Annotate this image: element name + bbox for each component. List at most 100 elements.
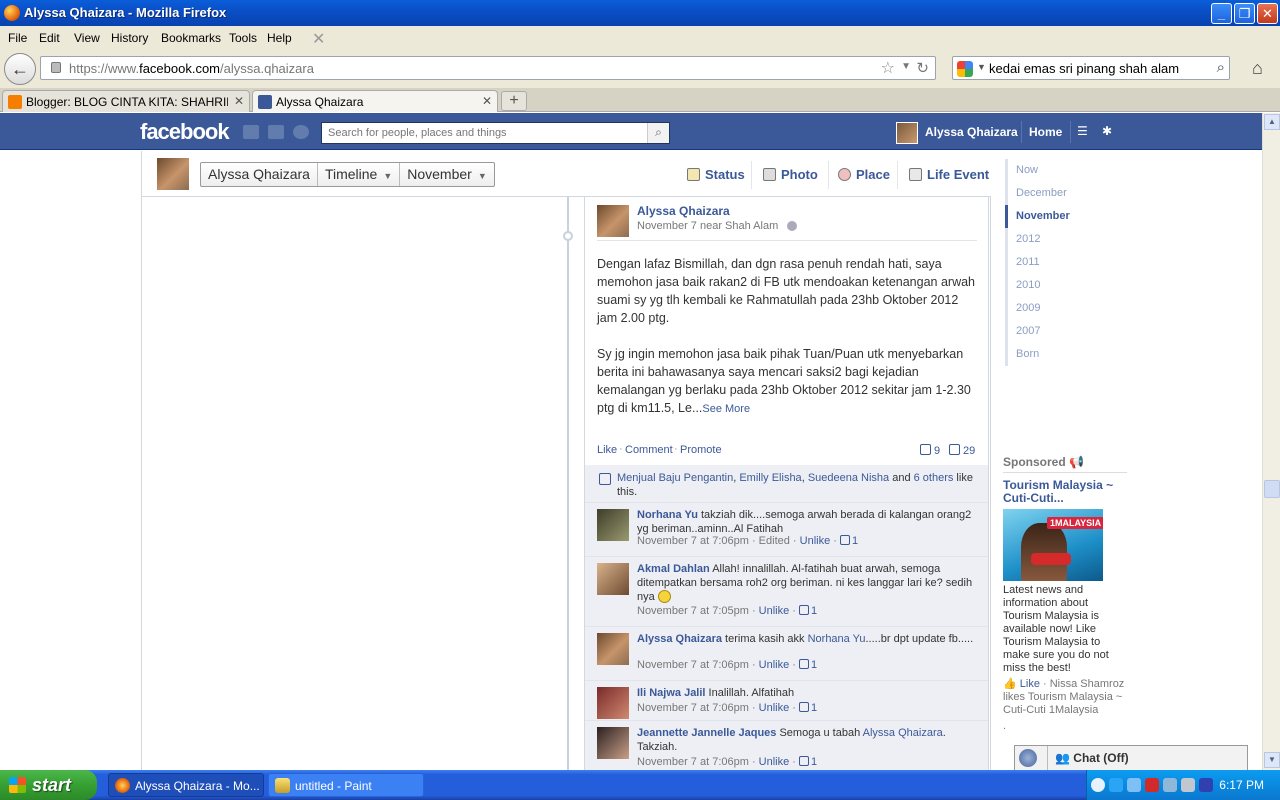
comment-likes[interactable]: 1 [799,659,817,671]
privacy-shortcuts-icon[interactable]: ☰ [1077,124,1088,138]
bluetooth-icon[interactable] [1109,778,1123,792]
maximize-button[interactable]: ❐ [1234,3,1255,24]
scroll-thumb[interactable] [1264,480,1280,498]
address-bar[interactable]: https://www.facebook.com/alyssa.qhaizara… [40,56,936,80]
scrubber-2010[interactable]: 2010 [1005,274,1125,297]
comment-time[interactable]: November 7 at 7:06pm [637,702,749,714]
place-button[interactable]: Place [838,167,890,182]
menu-tools[interactable]: Tools [229,31,257,45]
scroll-down-icon[interactable]: ▼ [1264,752,1280,768]
mention-link[interactable]: Alyssa Qhaizara [863,727,943,739]
liker-link[interactable]: Menjual Baju Pengantin [617,472,733,484]
tab-blogger[interactable]: Blogger: BLOG CINTA KITA: SHAHRILYSS... … [2,90,250,112]
unlike-link[interactable]: Unlike [759,756,790,768]
search-engine-dropdown-icon[interactable]: ▼ [977,62,986,72]
mention-link[interactable]: Norhana Yu [808,633,866,645]
scrubber-2009[interactable]: 2009 [1005,297,1125,320]
comment-author[interactable]: Alyssa Qhaizara [637,633,722,645]
comment-time[interactable]: November 7 at 7:05pm [637,605,749,617]
home-link[interactable]: Home [1029,125,1062,139]
comment-likes[interactable]: 1 [840,535,858,547]
search-bar[interactable]: ▼ kedai emas sri pinang shah alam ⌕ [952,56,1230,80]
ad-title[interactable]: Tourism Malaysia ~ Cuti-Cuti... [1003,479,1127,505]
google-icon[interactable] [957,61,973,77]
photo-button[interactable]: Photo [763,167,818,182]
others-link[interactable]: 6 others [914,472,954,484]
ad-body[interactable]: Latest news and information about Touris… [1003,584,1127,675]
security-icon[interactable] [1163,778,1177,792]
comment-author[interactable]: Norhana Yu [637,509,698,521]
unlike-link[interactable]: Unlike [759,702,790,714]
comment-time[interactable]: November 7 at 7:06pm [637,535,749,547]
unlike-link[interactable]: Unlike [759,605,790,617]
unlike-link[interactable]: Unlike [800,535,831,547]
avatar[interactable] [896,122,918,144]
avatar[interactable] [157,158,189,190]
see-more-link[interactable]: See More [702,403,750,415]
like-count[interactable]: 9 [920,444,940,457]
avatar[interactable] [597,687,629,719]
post-meta[interactable]: November 7 near Shah Alam [637,220,778,232]
menu-edit[interactable]: Edit [39,31,60,45]
magnifier-icon[interactable]: ⌕ [1217,59,1225,76]
comment-author[interactable]: Akmal Dahlan [637,563,710,575]
month-dropdown[interactable]: November ▼ [400,163,494,186]
menu-bookmarks[interactable]: Bookmarks [161,31,221,45]
like-link[interactable]: Like [597,444,617,456]
menu-file[interactable]: File [8,31,27,45]
scrubber-december[interactable]: December [1005,182,1125,205]
antivirus-icon[interactable] [1145,778,1159,792]
scrubber-born[interactable]: Born [1005,343,1125,366]
new-tab-button[interactable]: + [501,91,527,111]
comment-author[interactable]: Jeannette Jannelle Jaques [637,727,776,739]
url-dropdown-icon[interactable]: ▼ [901,61,911,72]
monitor-icon[interactable] [1181,778,1195,792]
bookmark-star-icon[interactable]: ☆ [881,58,895,78]
comment-time[interactable]: November 7 at 7:06pm [637,659,749,671]
messages-icon[interactable] [268,125,284,139]
close-tab-icon[interactable]: ✕ [482,94,492,108]
url-text[interactable]: https://www.facebook.com/alyssa.qhaizara [69,61,314,76]
gear-icon[interactable]: ✱ [1102,124,1112,138]
avatar[interactable] [597,633,629,665]
scrubber-2012[interactable]: 2012 [1005,228,1125,251]
comment-author[interactable]: Ili Najwa Jalil [637,687,705,699]
fb-search-input[interactable]: Search for people, places and things ⌕ [321,122,670,144]
chat-bar[interactable]: 👥 Chat (Off) [1014,745,1248,770]
taskbar-item-firefox[interactable]: Alyssa Qhaizara - Mo... [108,773,264,797]
status-button[interactable]: Status [687,167,745,182]
search-icon[interactable]: ⌕ [647,123,669,143]
menu-history[interactable]: History [111,31,148,45]
tray-expand-icon[interactable] [1091,778,1105,792]
close-button[interactable]: ✕ [1257,3,1278,24]
liker-link[interactable]: Suedeena Nisha [808,472,889,484]
friends-icon[interactable] [787,221,797,231]
menu-help[interactable]: Help [267,31,292,45]
network-icon[interactable] [1127,778,1141,792]
vertical-scrollbar[interactable]: ▲ ▼ [1262,113,1280,770]
avatar[interactable] [597,727,629,759]
comment-time[interactable]: November 7 at 7:06pm [637,756,749,768]
scrubber-2007[interactable]: 2007 [1005,320,1125,343]
liker-link[interactable]: Emilly Elisha [739,472,801,484]
comment-likes[interactable]: 1 [799,605,817,617]
reload-icon[interactable]: ↻ [916,59,929,77]
comment-likes[interactable]: 1 [799,702,817,714]
volume-icon[interactable] [1199,778,1213,792]
search-query[interactable]: kedai emas sri pinang shah alam [989,61,1179,76]
taskbar-item-paint[interactable]: untitled - Paint [268,773,424,797]
stop-icon[interactable]: ✕ [312,29,325,49]
ad-like-link[interactable]: 👍 Like [1003,678,1040,690]
post-author[interactable]: Alyssa Qhaizara [637,204,730,218]
ad-image[interactable]: 1MALAYSIA [1003,509,1103,581]
menu-view[interactable]: View [74,31,100,45]
scrubber-2011[interactable]: 2011 [1005,251,1125,274]
scroll-up-icon[interactable]: ▲ [1264,114,1280,130]
avatar[interactable] [597,205,629,237]
timeline-dropdown[interactable]: Timeline ▼ [318,163,401,186]
comment-link[interactable]: Comment [625,444,673,456]
avatar[interactable] [597,509,629,541]
close-tab-icon[interactable]: ✕ [234,94,244,108]
facebook-logo[interactable]: facebook [140,119,230,145]
home-icon[interactable]: ⌂ [1252,58,1263,79]
